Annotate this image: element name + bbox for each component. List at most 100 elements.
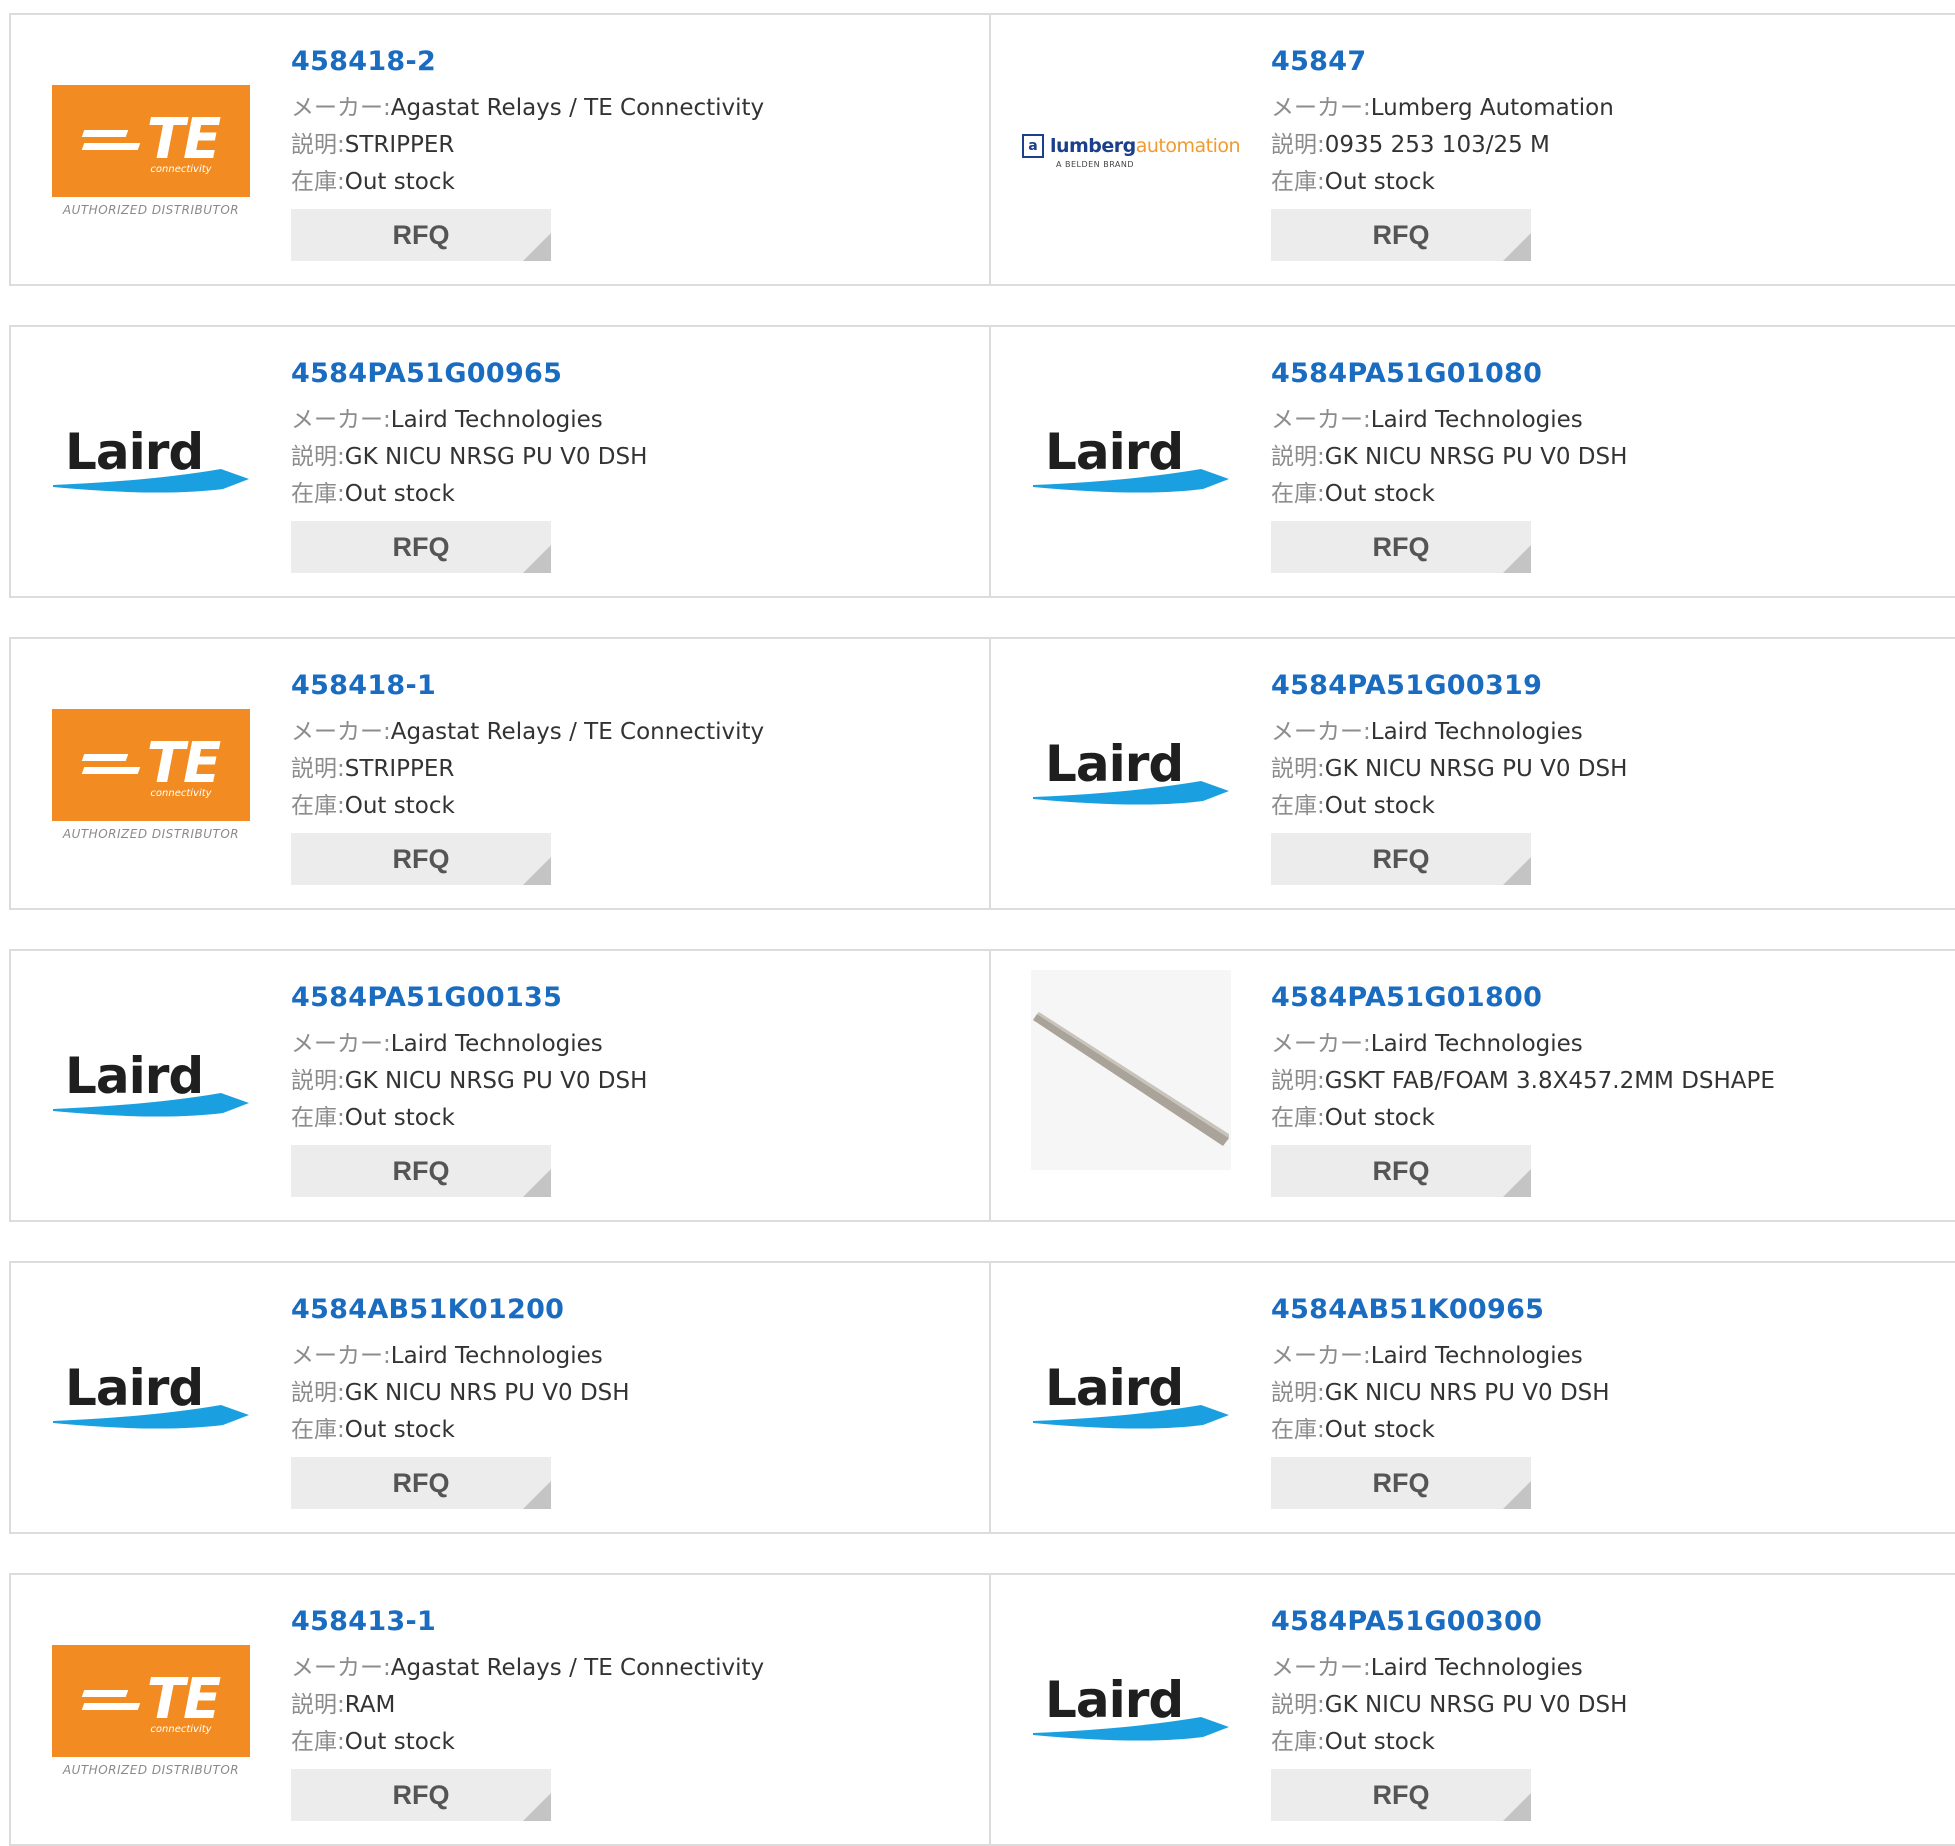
rfq-button[interactable]: RFQ (1271, 1145, 1531, 1197)
te-logo-subtext: connectivity (150, 787, 212, 799)
stock-line: 在庫:Out stock (291, 164, 764, 201)
description-line-value: GK NICU NRSG PU V0 DSH (344, 1068, 648, 1094)
manufacturer-line-label: メーカー: (291, 1655, 391, 1681)
product-info: 458413-1 メーカー:Agastat Relays / TE Connect… (291, 1605, 764, 1821)
description-line-label: 説明: (291, 756, 345, 782)
part-number-link[interactable]: 458418-1 (291, 669, 764, 703)
stock-line: 在庫:Out stock (1271, 1100, 1775, 1137)
manufacturer-line-label: メーカー: (1271, 1343, 1371, 1369)
stock-line-label: 在庫: (291, 1729, 345, 1755)
te-bars-icon (81, 1689, 141, 1710)
rfq-button-label: RFQ (392, 219, 450, 250)
rfq-button[interactable]: RFQ (291, 1145, 551, 1197)
rfq-button[interactable]: RFQ (1271, 1769, 1531, 1821)
laird-swoosh-icon (1033, 469, 1229, 493)
te-logo-mark: TE (81, 106, 221, 172)
product-card: Laird 4584AB51K01200 メーカー:Laird Technologi… (11, 1263, 989, 1532)
description-line-label: 説明: (1271, 756, 1325, 782)
manufacturer-logo (1031, 970, 1231, 1170)
rfq-button[interactable]: RFQ (1271, 833, 1531, 885)
stock-line-value: Out stock (1324, 481, 1435, 507)
stock-line-value: Out stock (344, 169, 455, 195)
product-info: 4584PA51G01800 メーカー:Laird Technologies 説明:… (1271, 981, 1775, 1197)
rfq-button[interactable]: RFQ (291, 209, 551, 261)
manufacturer-line-label: メーカー: (1271, 1031, 1371, 1057)
part-number-link[interactable]: 458413-1 (291, 1605, 764, 1639)
corner-triangle-icon (523, 857, 551, 885)
part-number-link[interactable]: 45847 (1271, 45, 1614, 79)
te-logo-tagline: AUTHORIZED DISTRIBUTOR (62, 1763, 240, 1777)
manufacturer-line: メーカー:Laird Technologies (291, 402, 647, 439)
description-line-label: 説明: (1271, 1380, 1325, 1406)
manufacturer-logo: Laird (1031, 1645, 1231, 1777)
manufacturer-line-value: Laird Technologies (390, 1031, 603, 1057)
part-number-link[interactable]: 4584PA51G01080 (1271, 357, 1627, 391)
laird-logo: Laird (51, 1359, 251, 1439)
te-logo-subtext: connectivity (150, 1723, 212, 1735)
product-row: Laird 4584PA51G00965 メーカー:Laird Technologi… (9, 325, 1955, 598)
rfq-button[interactable]: RFQ (291, 521, 551, 573)
part-number-link[interactable]: 4584PA51G01800 (1271, 981, 1775, 1015)
description-line-value: GK NICU NRS PU V0 DSH (1324, 1380, 1610, 1406)
te-logo: TE connectivity AUTHORIZED DISTRIBUTOR (52, 85, 250, 217)
te-bars-icon (81, 129, 141, 150)
part-number-link[interactable]: 4584PA51G00300 (1271, 1605, 1627, 1639)
te-logo-subtext: connectivity (150, 163, 212, 175)
product-row: TE connectivity AUTHORIZED DISTRIBUTOR 4584… (9, 637, 1955, 910)
part-number-link[interactable]: 4584AB51K01200 (291, 1293, 630, 1327)
rfq-button-label: RFQ (392, 1779, 450, 1810)
rfq-button[interactable]: RFQ (1271, 209, 1531, 261)
stock-line-label: 在庫: (291, 793, 345, 819)
te-logo-text: TE (146, 730, 221, 796)
stock-line-value: Out stock (1324, 793, 1435, 819)
product-card: Laird 4584PA51G00135 メーカー:Laird Technologi… (11, 951, 989, 1220)
stock-line-label: 在庫: (291, 481, 345, 507)
stock-line-value: Out stock (344, 793, 455, 819)
description-line: 説明:GK NICU NRS PU V0 DSH (291, 1375, 630, 1412)
rfq-button[interactable]: RFQ (291, 1769, 551, 1821)
description-line-label: 説明: (1271, 1692, 1325, 1718)
manufacturer-line-label: メーカー: (1271, 719, 1371, 745)
lumberg-logo-row: a lumbergautomation (1021, 133, 1241, 158)
description-line: 説明:GK NICU NRSG PU V0 DSH (1271, 439, 1627, 476)
te-logo-text: TE (146, 106, 221, 172)
te-logo-mark: TE (81, 1671, 221, 1728)
te-logo-mark: TE (81, 730, 221, 796)
stock-line-label: 在庫: (1271, 1417, 1325, 1443)
manufacturer-logo: Laird (51, 397, 251, 529)
part-number-link[interactable]: 4584PA51G00319 (1271, 669, 1627, 703)
rfq-button[interactable]: RFQ (291, 1457, 551, 1509)
rfq-button[interactable]: RFQ (1271, 521, 1531, 573)
rfq-button[interactable]: RFQ (291, 833, 551, 885)
manufacturer-line-label: メーカー: (291, 95, 391, 121)
description-line: 説明:GK NICU NRS PU V0 DSH (1271, 1375, 1610, 1412)
laird-swoosh-icon (53, 469, 249, 493)
description-line: 説明:GK NICU NRSG PU V0 DSH (291, 439, 647, 476)
te-logo: TE connectivity AUTHORIZED DISTRIBUTOR (52, 1645, 250, 1777)
stock-line-value: Out stock (1324, 1105, 1435, 1131)
stock-line-label: 在庫: (1271, 1105, 1325, 1131)
description-line-label: 説明: (291, 1692, 345, 1718)
part-number-link[interactable]: 458418-2 (291, 45, 764, 79)
manufacturer-logo: Laird (51, 1021, 251, 1153)
part-number-link[interactable]: 4584PA51G00965 (291, 357, 647, 391)
manufacturer-line-value: Agastat Relays / TE Connectivity (390, 1655, 765, 1681)
stock-line-value: Out stock (344, 1729, 455, 1755)
manufacturer-line: メーカー:Laird Technologies (1271, 1026, 1775, 1063)
laird-logo: Laird (1031, 1671, 1231, 1751)
description-line-value: GK NICU NRSG PU V0 DSH (344, 444, 648, 470)
description-line-label: 説明: (291, 132, 345, 158)
rfq-button[interactable]: RFQ (1271, 1457, 1531, 1509)
description-line-label: 説明: (1271, 1068, 1325, 1094)
rfq-button-label: RFQ (1372, 219, 1430, 250)
product-info: 4584AB51K00965 メーカー:Laird Technologies 説明:… (1271, 1293, 1610, 1509)
corner-triangle-icon (523, 1793, 551, 1821)
te-logo-badge: TE connectivity (52, 1645, 250, 1757)
description-line-value: GK NICU NRS PU V0 DSH (344, 1380, 630, 1406)
part-number-link[interactable]: 4584AB51K00965 (1271, 1293, 1610, 1327)
manufacturer-line: メーカー:Laird Technologies (1271, 402, 1627, 439)
lumberg-name-b: automation (1135, 134, 1241, 157)
part-number-link[interactable]: 4584PA51G00135 (291, 981, 647, 1015)
stock-line-value: Out stock (1324, 1417, 1435, 1443)
rfq-button-label: RFQ (392, 843, 450, 874)
